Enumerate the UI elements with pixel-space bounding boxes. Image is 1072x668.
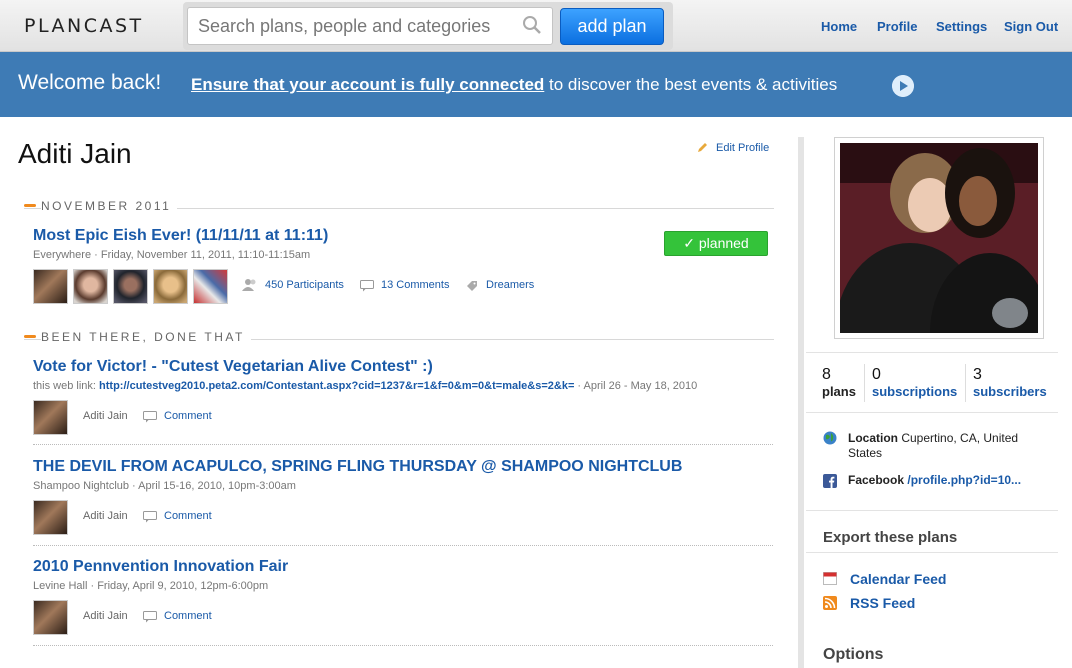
section-dash <box>24 204 36 207</box>
plan-meta: Everywhere · Friday, November 11, 2011, … <box>33 249 311 261</box>
location-info: Location Cupertino, CA, United States <box>848 431 1048 461</box>
pencil-icon <box>698 143 707 152</box>
sidebar-divider <box>798 137 804 668</box>
nav-settings-link[interactable]: Settings <box>936 19 987 34</box>
plan-meta-prefix: this web link: <box>33 380 100 392</box>
comment-link[interactable]: Comment <box>164 510 212 522</box>
profile-name: Aditi Jain <box>18 138 132 169</box>
welcome-message-rest: to discover the best events & activities <box>549 75 838 94</box>
comment-link[interactable]: Comment <box>164 410 212 422</box>
plan-title-link[interactable]: Vote for Victor! - "Cutest Vegetarian Al… <box>33 358 433 376</box>
sidebar-divider-line <box>806 510 1058 511</box>
sidebar-divider-line <box>806 552 1058 553</box>
participant-avatar[interactable] <box>193 269 228 304</box>
search-icon[interactable] <box>522 15 542 35</box>
stat-separator <box>965 364 966 402</box>
connect-account-link[interactable]: Ensure that your account is fully connec… <box>191 75 544 94</box>
plan-meta: this web link: http://cutestveg2010.peta… <box>33 380 697 392</box>
stat-subscriptions[interactable]: 0 subscriptions <box>872 366 957 399</box>
stat-subscriptions-label: subscriptions <box>872 384 958 399</box>
participant-avatar[interactable] <box>33 269 68 304</box>
search-input[interactable]: Search plans, people and categories <box>187 7 553 45</box>
comment-icon <box>143 611 157 623</box>
plan-title-link[interactable]: Most Epic Eish Ever! (11/11/11 at 11:11) <box>33 227 328 245</box>
stat-subscriptions-value: 0 <box>872 366 881 383</box>
participant-avatar[interactable] <box>73 269 108 304</box>
participant-avatar[interactable] <box>153 269 188 304</box>
comment-icon <box>360 280 374 292</box>
comment-icon <box>143 511 157 523</box>
plan-user-name: Aditi Jain <box>83 610 128 622</box>
plan-title-link[interactable]: THE DEVIL FROM ACAPULCO, SPRING FLING TH… <box>33 458 682 476</box>
profile-photo-image <box>835 143 1050 423</box>
check-icon: ✓ <box>683 235 699 251</box>
stat-plans[interactable]: 8 plans <box>822 366 856 399</box>
tag-icon <box>467 281 477 291</box>
plan-meta: Levine Hall · Friday, April 9, 2010, 12p… <box>33 580 269 592</box>
nav-signout-link[interactable]: Sign Out <box>1004 19 1058 34</box>
stat-subscribers-value: 3 <box>973 366 982 383</box>
facebook-label: Facebook <box>848 473 905 487</box>
sidebar-divider-line <box>806 352 1058 353</box>
row-separator <box>33 545 773 546</box>
row-separator <box>33 444 773 445</box>
comment-link[interactable]: Comment <box>164 610 212 622</box>
rss-feed-link[interactable]: RSS Feed <box>850 595 915 611</box>
plan-web-link[interactable]: http://cutestveg2010.peta2.com/Contestan… <box>99 380 574 392</box>
sidebar-divider-line <box>806 412 1058 413</box>
plancast-logo[interactable]: PLANCAST <box>24 15 144 37</box>
rss-icon <box>823 596 837 610</box>
tag-link[interactable]: Dreamers <box>486 279 534 291</box>
location-label: Location <box>848 431 898 445</box>
plan-meta-dates: · April 26 - May 18, 2010 <box>574 380 698 392</box>
stat-plans-value: 8 <box>822 366 831 383</box>
edit-profile-link[interactable]: Edit Profile <box>716 142 769 154</box>
plan-title-link[interactable]: 2010 Pennvention Innovation Fair <box>33 558 288 576</box>
plan-user-name: Aditi Jain <box>83 410 128 422</box>
nav-home-link[interactable]: Home <box>821 19 857 34</box>
nav-profile-link[interactable]: Profile <box>877 19 917 34</box>
plan-meta: Shampoo Nightclub · April 15-16, 2010, 1… <box>33 480 296 492</box>
stat-subscribers[interactable]: 3 subscribers <box>973 366 1047 399</box>
calendar-feed-link[interactable]: Calendar Feed <box>850 571 946 587</box>
facebook-link[interactable]: /profile.php?id=10... <box>907 473 1021 487</box>
participant-avatar[interactable] <box>113 269 148 304</box>
facebook-info: Facebook /profile.php?id=10... <box>848 473 1021 487</box>
export-heading: Export these plans <box>823 529 958 546</box>
user-avatar[interactable] <box>33 400 68 435</box>
stat-separator <box>864 364 865 402</box>
welcome-message: Ensure that your account is fully connec… <box>191 75 837 95</box>
planned-status-button[interactable]: ✓ planned <box>664 231 768 256</box>
add-plan-button[interactable]: add plan <box>560 8 664 45</box>
participants-link[interactable]: 450 Participants <box>265 279 344 291</box>
calendar-icon <box>823 572 837 585</box>
stat-plans-label: plans <box>822 384 856 399</box>
planned-label: planned <box>698 235 749 251</box>
participants-icon <box>242 279 256 291</box>
play-arrow-icon[interactable] <box>892 75 914 97</box>
profile-photo[interactable] <box>834 137 1050 423</box>
comment-icon <box>143 411 157 423</box>
options-heading: Options <box>823 646 884 663</box>
plan-user-name: Aditi Jain <box>83 510 128 522</box>
user-avatar[interactable] <box>33 500 68 535</box>
row-separator <box>33 645 773 646</box>
welcome-title: Welcome back! <box>18 71 162 94</box>
section-dash <box>24 335 36 338</box>
globe-icon <box>823 431 837 445</box>
section-heading-past: BEEN THERE, DONE THAT <box>41 330 251 344</box>
comments-link[interactable]: 13 Comments <box>381 279 449 291</box>
stat-subscribers-label: subscribers <box>973 384 1047 399</box>
section-heading-upcoming: NOVEMBER 2011 <box>41 199 178 213</box>
user-avatar[interactable] <box>33 600 68 635</box>
facebook-icon <box>823 474 837 488</box>
